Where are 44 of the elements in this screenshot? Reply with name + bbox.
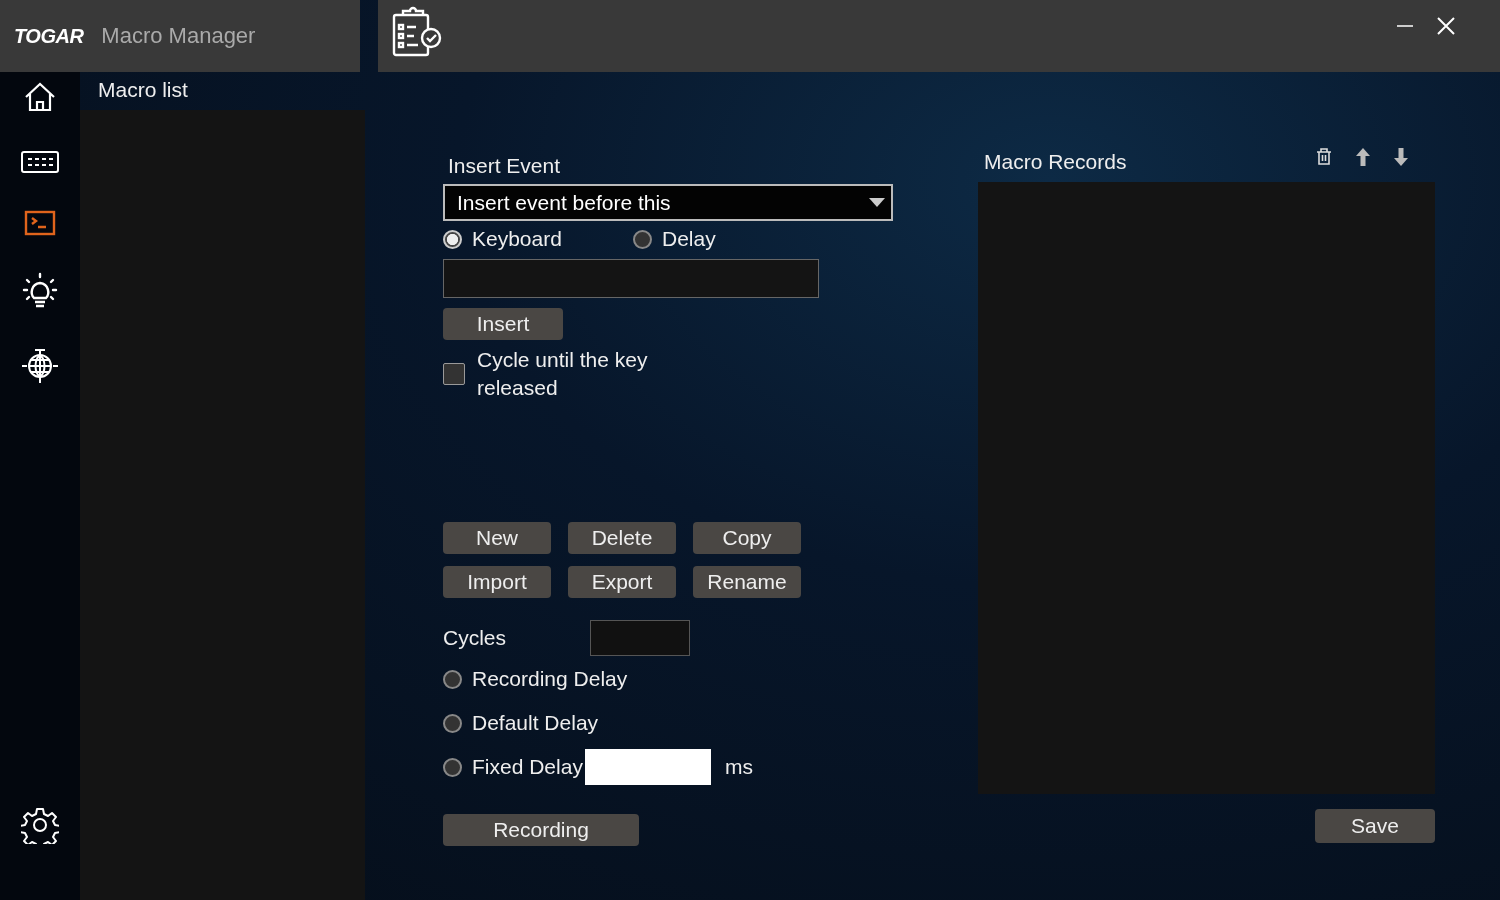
action-button[interactable]: Copy <box>693 522 801 554</box>
radio-label: Fixed Delay <box>472 755 583 779</box>
checkbox-label: Cycle until the key released <box>477 347 649 401</box>
clipboard-check-icon <box>390 6 442 58</box>
radio-button[interactable] <box>633 229 652 249</box>
insert-position-dropdown[interactable]: Insert event before this <box>443 184 893 221</box>
macro-list-title: Macro list <box>97 77 189 103</box>
arrow-down-icon[interactable] <box>1394 148 1408 166</box>
macro-records-title: Macro Records <box>984 150 1127 174</box>
action-button[interactable]: New <box>443 522 551 554</box>
radio-button[interactable] <box>443 713 462 733</box>
radio-label: Recording Delay <box>472 667 628 691</box>
insert-event-label: Insert Event <box>447 154 561 178</box>
radio-button[interactable] <box>443 229 462 249</box>
home-icon[interactable] <box>23 80 57 114</box>
checkbox[interactable] <box>443 363 465 385</box>
action-button[interactable]: Delete <box>568 522 676 554</box>
insert-button[interactable]: Insert <box>443 308 563 340</box>
delete-icon[interactable] <box>1316 148 1332 166</box>
arrow-up-icon[interactable] <box>1356 148 1370 166</box>
settings-icon[interactable] <box>21 806 59 844</box>
action-button[interactable]: Rename <box>693 566 801 598</box>
action-button[interactable]: Export <box>568 566 676 598</box>
lightbulb-icon[interactable] <box>22 272 58 310</box>
save-button[interactable]: Save <box>1315 809 1435 843</box>
caret-icon <box>869 198 885 207</box>
fixed-delay-input-field[interactable] <box>584 749 711 785</box>
close-icon[interactable] <box>1436 16 1456 36</box>
globe-icon[interactable] <box>21 346 59 384</box>
event-input-field[interactable] <box>443 259 819 298</box>
action-button[interactable]: Import <box>443 566 551 598</box>
radio-label: Default Delay <box>472 711 599 735</box>
radio-label: Keyboard <box>472 227 562 251</box>
radio-button[interactable] <box>443 669 462 689</box>
brand-logo: TOGAR <box>14 24 84 48</box>
keyboard-icon[interactable] <box>21 150 59 174</box>
cycles-label: Cycles <box>443 626 506 650</box>
radio-button[interactable] <box>443 757 462 777</box>
unit-label: ms <box>724 755 753 779</box>
cycles-input-field[interactable] <box>590 620 690 656</box>
radio-label: Delay <box>662 227 716 251</box>
window-title: Macro Manager <box>101 23 256 49</box>
terminal-icon[interactable] <box>24 210 56 236</box>
recording-button[interactable]: Recording <box>443 814 639 846</box>
